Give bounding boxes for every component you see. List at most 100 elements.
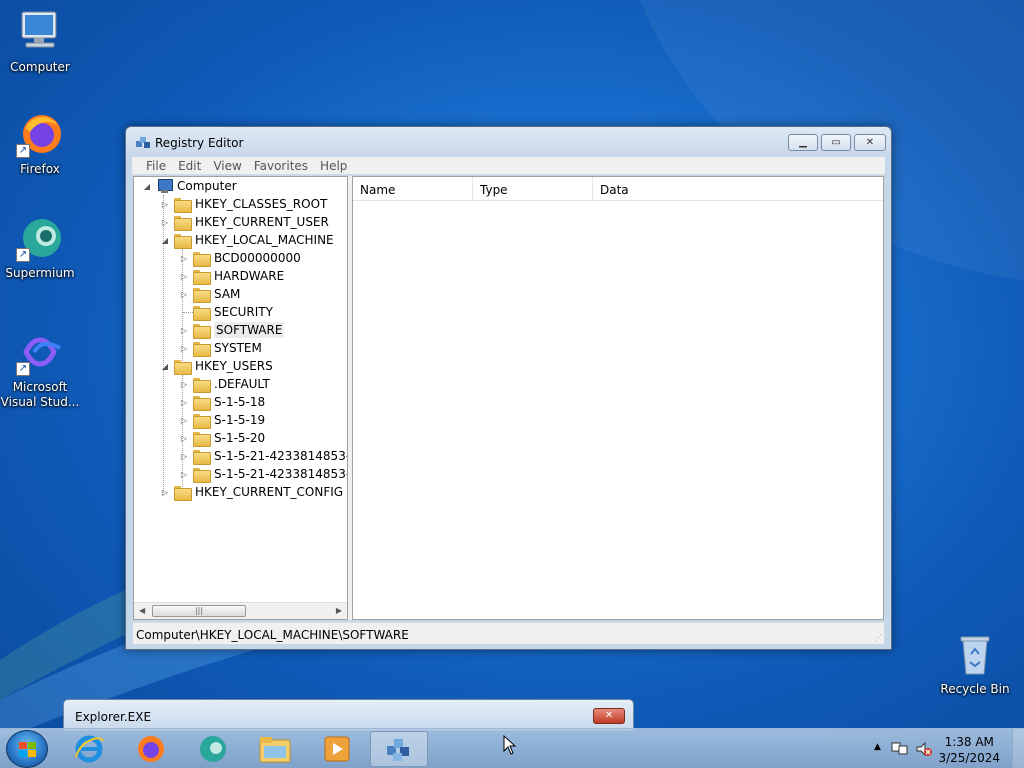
desktop-icon-computer[interactable]: Computer xyxy=(0,8,80,75)
expand-arrow-icon[interactable]: ▷ xyxy=(179,290,189,299)
tree-item-sam[interactable]: ▷ SAM xyxy=(179,285,240,303)
maximize-button[interactable]: ▭ xyxy=(821,134,851,151)
clock-date: 3/25/2024 xyxy=(938,751,1000,765)
folder-icon xyxy=(193,323,211,339)
clock-time: 1:38 AM xyxy=(944,735,994,749)
tree-item-hardware[interactable]: ▷ HARDWARE xyxy=(179,267,284,285)
taskbar-supermium[interactable] xyxy=(187,731,239,767)
tree-item-s-1-5-18[interactable]: ▷ S-1-5-18 xyxy=(179,393,265,411)
tree-item-s-1-5-21-b[interactable]: ▷ S-1-5-21-4233814853-226 xyxy=(179,465,347,483)
registry-editor-window[interactable]: Registry Editor ▁ ▭ ✕ File Edit View Fav… xyxy=(125,126,892,650)
column-header-type[interactable]: Type xyxy=(473,177,593,200)
expand-arrow-icon[interactable]: ▷ xyxy=(179,254,189,263)
tree-item-label: HKEY_USERS xyxy=(195,359,273,373)
menu-file[interactable]: File xyxy=(140,157,172,174)
folder-icon xyxy=(193,251,211,267)
tree-item-label: S-1-5-21-4233814853-226 xyxy=(214,449,347,463)
tree-horizontal-scrollbar[interactable]: ◀ ||| ▶ xyxy=(134,602,347,619)
title-bar[interactable]: Registry Editor ▁ ▭ ✕ xyxy=(126,127,891,157)
column-header-data[interactable]: Data xyxy=(593,177,883,200)
show-hidden-icons-icon[interactable]: ▲ xyxy=(874,742,881,752)
expand-arrow-icon[interactable]: ▷ xyxy=(160,488,170,497)
tree-item-label: S-1-5-19 xyxy=(214,413,266,427)
taskbar-media-player[interactable] xyxy=(311,731,363,767)
scroll-left-icon[interactable]: ◀ xyxy=(139,606,145,615)
start-button[interactable] xyxy=(6,730,48,768)
collapse-arrow-icon[interactable]: ◢ xyxy=(142,182,152,191)
regedit-icon xyxy=(135,135,151,151)
clock[interactable]: 1:38 AM 3/25/2024 xyxy=(938,734,1000,766)
tree-item-security[interactable]: SECURITY xyxy=(179,303,273,321)
desktop-icon-label: Computer xyxy=(10,60,70,74)
folder-icon xyxy=(174,197,192,213)
supermium-icon: ↗ xyxy=(16,214,64,262)
desktop-icon-recycle-bin[interactable]: Recycle Bin xyxy=(935,630,1015,697)
folder-icon xyxy=(193,395,211,411)
show-desktop-button[interactable] xyxy=(1012,729,1024,768)
window-title: Registry Editor xyxy=(155,136,244,150)
expand-arrow-icon[interactable]: ▷ xyxy=(179,416,189,425)
scroll-right-icon[interactable]: ▶ xyxy=(336,606,342,615)
tree-item-software[interactable]: ▷ SOFTWARE xyxy=(179,321,285,339)
close-button[interactable]: ✕ xyxy=(854,134,886,151)
key-tree[interactable]: ◢ Computer ▷ HKEY_CLASSES_ROOT ▷ HKEY_CU… xyxy=(133,176,348,620)
tree-item-s-1-5-21-a[interactable]: ▷ S-1-5-21-4233814853-226 xyxy=(179,447,347,465)
explorer-popup[interactable]: Explorer.EXE ✕ xyxy=(63,699,634,731)
expand-arrow-icon[interactable]: ▷ xyxy=(179,380,189,389)
shortcut-arrow-icon: ↗ xyxy=(16,362,30,376)
tree-item-default[interactable]: ▷ .DEFAULT xyxy=(179,375,270,393)
network-icon[interactable] xyxy=(891,741,909,757)
windows-logo-icon xyxy=(19,742,36,757)
folder-icon xyxy=(174,359,192,375)
tree-item-system[interactable]: ▷ SYSTEM xyxy=(179,339,262,357)
tree-item-hkey-current-user[interactable]: ▷ HKEY_CURRENT_USER xyxy=(160,213,329,231)
folder-icon xyxy=(174,485,192,501)
tree-item-hkey-classes-root[interactable]: ▷ HKEY_CLASSES_ROOT xyxy=(160,195,327,213)
computer-node-icon xyxy=(156,179,173,193)
taskbar-file-explorer[interactable] xyxy=(249,731,301,767)
expand-arrow-icon[interactable]: ▷ xyxy=(179,470,189,479)
taskbar-registry-editor[interactable] xyxy=(370,731,428,767)
menu-favorites[interactable]: Favorites xyxy=(248,157,314,174)
expand-arrow-icon[interactable]: ▷ xyxy=(179,434,189,443)
tree-item-hkey-users[interactable]: ◢ HKEY_USERS xyxy=(160,357,273,375)
volume-muted-icon[interactable] xyxy=(915,741,933,757)
desktop-icon-label: Microsoft Visual Stud... xyxy=(0,380,80,409)
tree-item-s-1-5-19[interactable]: ▷ S-1-5-19 xyxy=(179,411,265,429)
menu-edit[interactable]: Edit xyxy=(172,157,207,174)
popup-close-button[interactable]: ✕ xyxy=(593,708,625,724)
collapse-arrow-icon[interactable]: ◢ xyxy=(160,236,170,245)
tree-item-label: HKEY_CURRENT_CONFIG xyxy=(195,485,344,499)
expand-arrow-icon[interactable]: ▷ xyxy=(179,272,189,281)
expand-arrow-icon[interactable]: ▷ xyxy=(179,398,189,407)
collapse-arrow-icon[interactable]: ◢ xyxy=(160,362,170,371)
minimize-button[interactable]: ▁ xyxy=(788,134,818,151)
tree-item-hkey-current-config[interactable]: ▷ HKEY_CURRENT_CONFIG xyxy=(160,483,343,501)
close-icon: ✕ xyxy=(604,710,614,721)
tree-item-hkey-local-machine[interactable]: ◢ HKEY_LOCAL_MACHINE xyxy=(160,231,334,249)
resize-grip-icon[interactable]: ⋰ xyxy=(874,633,882,642)
desktop-icon-visual-studio[interactable]: ↗ Microsoft Visual Stud... xyxy=(0,328,80,410)
menu-help[interactable]: Help xyxy=(314,157,353,174)
desktop-icon-supermium[interactable]: ↗ Supermium xyxy=(0,214,80,281)
column-header-name[interactable]: Name xyxy=(353,177,473,200)
folder-icon xyxy=(193,449,211,465)
expand-arrow-icon[interactable]: ▷ xyxy=(160,200,170,209)
tree-item-bcd[interactable]: ▷ BCD00000000 xyxy=(179,249,301,267)
menu-view[interactable]: View xyxy=(207,157,247,174)
expand-arrow-icon[interactable]: ▷ xyxy=(160,218,170,227)
expand-arrow-icon[interactable]: ▷ xyxy=(179,344,189,353)
expand-arrow-icon[interactable]: ▷ xyxy=(179,452,189,461)
values-list[interactable]: Name Type Data xyxy=(352,176,884,620)
tree-item-computer[interactable]: ◢ Computer xyxy=(142,177,237,195)
taskbar-firefox[interactable] xyxy=(125,731,177,767)
tree-item-label: HKEY_CLASSES_ROOT xyxy=(195,197,328,211)
desktop-icon-firefox[interactable]: ↗ Firefox xyxy=(0,110,80,177)
recycle-bin-icon xyxy=(951,630,999,678)
tree-item-s-1-5-20[interactable]: ▷ S-1-5-20 xyxy=(179,429,265,447)
scrollbar-thumb[interactable]: ||| xyxy=(152,605,246,617)
expand-arrow-icon[interactable]: ▷ xyxy=(179,326,189,335)
folder-icon xyxy=(193,467,211,483)
taskbar-internet-explorer[interactable] xyxy=(63,731,115,767)
maximize-icon: ▭ xyxy=(831,137,841,148)
